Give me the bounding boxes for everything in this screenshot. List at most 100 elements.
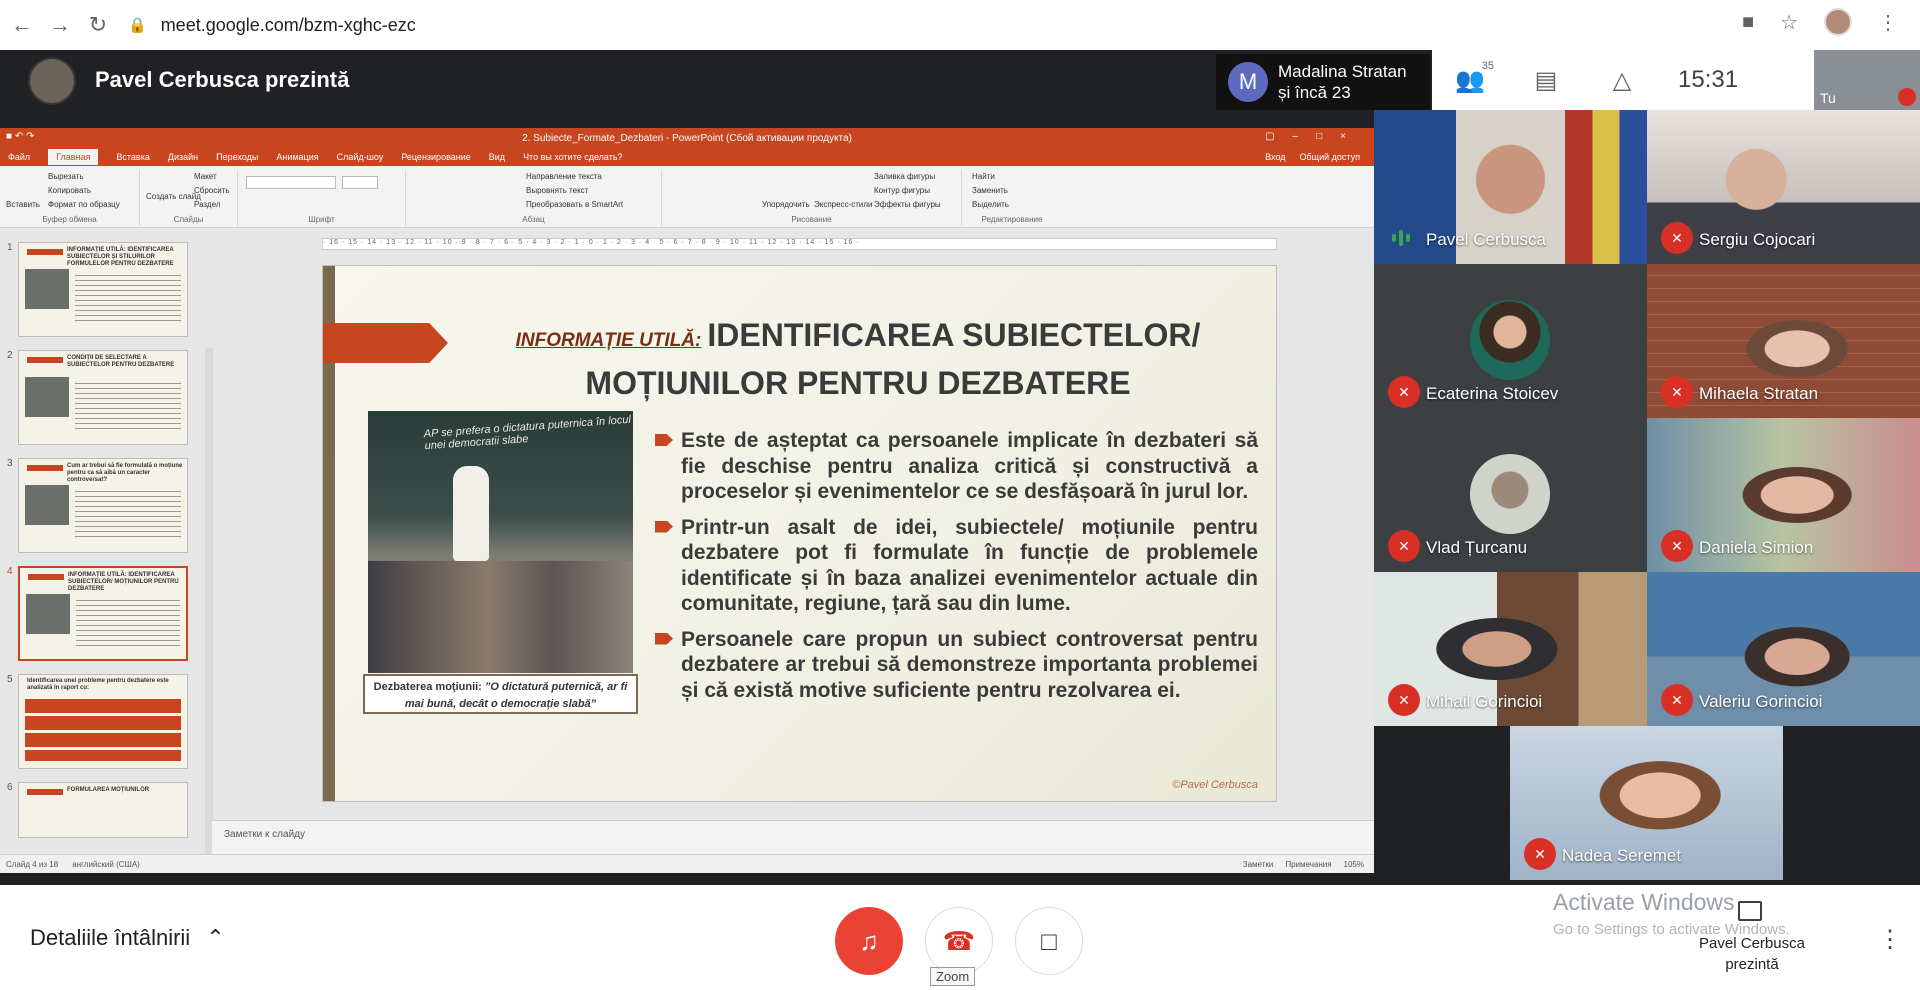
participant-tile[interactable]: ✕ Sergiu Cojocari [1647, 110, 1920, 264]
ribbon-group-editing: Найти Заменить Выделить Редактирование [962, 170, 1062, 226]
photo-students [368, 561, 633, 673]
presenting-button[interactable]: Pavel Cerbusca prezintă [1692, 933, 1812, 975]
tab-animation[interactable]: Анимация [276, 152, 318, 162]
paste-button[interactable]: Вставить [6, 200, 40, 209]
participant-tile[interactable]: ✕ Mihaela Stratan [1647, 264, 1920, 418]
slide-thumbnail[interactable]: FORMULAREA MOȚIUNILOR [18, 782, 188, 838]
tell-me-box[interactable]: Что вы хотите сделать? [523, 152, 623, 162]
new-slide-button[interactable]: Создать слайд [146, 192, 201, 201]
address-bar[interactable]: 🔒 meet.google.com/bzm-xghc-ezc [128, 8, 416, 42]
window-controls[interactable]: ▢–□× [1265, 131, 1364, 142]
tab-slideshow[interactable]: Слайд-шоу [337, 152, 384, 162]
star-icon[interactable]: ☆ [1780, 10, 1798, 35]
chip-name: Madalina Stratan [1278, 62, 1407, 81]
notes-toggle[interactable]: Заметки [1243, 860, 1274, 869]
text-direction-button[interactable]: Направление текста [526, 172, 602, 181]
self-label: Tu [1820, 90, 1836, 106]
share-button[interactable]: Общий доступ [1300, 152, 1360, 162]
meet-toolbar: 👥 35 ▤ △ 15:31 [1432, 50, 1814, 110]
reset-button[interactable]: Сбросить [194, 186, 230, 195]
shape-fill-button[interactable]: Заливка фигуры [874, 172, 935, 181]
participant-tile[interactable]: ✕ Ecaterina Stoicev [1374, 264, 1647, 418]
participant-name: Mihaela Stratan [1699, 384, 1819, 403]
font-name-input[interactable] [246, 176, 336, 189]
mic-off-icon: ✕ [1661, 530, 1693, 562]
format-painter-button[interactable]: Формат по образцу [48, 200, 120, 209]
tab-home[interactable]: Главная [48, 149, 99, 165]
chip-avatar: M [1228, 62, 1268, 102]
presenting-line2: prezintă [1725, 956, 1779, 973]
people-icon[interactable]: 👥 35 [1432, 60, 1508, 95]
shape-outline-button[interactable]: Контур фигуры [874, 186, 930, 195]
select-button[interactable]: Выделить [972, 200, 1009, 209]
photo-caption: Dezbaterea moțiunii: ”O dictatură putern… [363, 674, 638, 714]
participant-tile[interactable]: ✕ Mihail Gorincioi [1374, 572, 1647, 726]
participant-tile[interactable]: ✕ Vlad Țurcanu [1374, 418, 1647, 572]
present-screen-icon[interactable] [1738, 901, 1762, 921]
slide-thumbnail[interactable]: CONDIȚII DE SELECTARE A SUBIECTELOR PENT… [18, 350, 188, 445]
mic-toggle-button[interactable]: ♫ [835, 907, 903, 975]
mic-off-icon: ✕ [1524, 838, 1556, 870]
arrange-button[interactable]: Упорядочить [762, 200, 810, 209]
tab-design[interactable]: Дизайн [168, 152, 198, 162]
self-view-tile[interactable]: Tu [1814, 50, 1920, 110]
participant-avatar [1470, 454, 1550, 534]
participant-tile[interactable]: ✕ Nadea Seremet [1510, 726, 1783, 880]
thumb-number: 2 [7, 350, 13, 361]
tab-review[interactable]: Рецензирование [401, 152, 471, 162]
participant-tile[interactable]: ✕ Valeriu Gorincioi [1647, 572, 1920, 726]
url-text[interactable]: meet.google.com/bzm-xghc-ezc [161, 15, 416, 36]
tab-insert[interactable]: Вставка [116, 152, 149, 162]
more-options-icon[interactable]: ⋮ [1878, 925, 1902, 954]
thumb-title: INFORMAȚIE UTILĂ: IDENTIFICAREA SUBIECTE… [68, 572, 179, 592]
activities-icon[interactable]: △ [1584, 66, 1660, 95]
slide-thumbnail[interactable]: Cum ar trebui să fie formulată o moțiune… [18, 458, 188, 553]
smartart-button[interactable]: Преобразовать в SmartArt [526, 200, 623, 209]
thumb-number: 4 [7, 566, 13, 577]
language-indicator[interactable]: английский (США) [72, 860, 140, 869]
mic-off-icon: ✕ [1661, 376, 1693, 408]
tab-view[interactable]: Вид [489, 152, 505, 162]
more-vert-icon[interactable]: ⋮ [1878, 10, 1898, 35]
zoom-level[interactable]: 105% [1344, 860, 1364, 869]
hang-up-button[interactable]: ☎ [925, 907, 993, 975]
section-button[interactable]: Раздел [194, 200, 220, 209]
cut-button[interactable]: Вырезать [48, 172, 84, 181]
shape-effects-button[interactable]: Эффекты фигуры [874, 200, 941, 209]
camera-toggle-button[interactable]: □ [1015, 907, 1083, 975]
arrow-right-icon[interactable]: → [44, 9, 76, 41]
slide-thumbnail-selected[interactable]: INFORMAȚIE UTILĂ: IDENTIFICAREA SUBIECTE… [18, 566, 188, 661]
participant-tile[interactable]: ✕ Daniela Simion [1647, 418, 1920, 572]
camera-icon[interactable]: ■ [1742, 11, 1754, 34]
arrow-left-icon[interactable]: ← [6, 9, 38, 41]
chat-icon[interactable]: ▤ [1508, 66, 1584, 95]
chip-others: și încă 23 [1278, 83, 1351, 102]
mic-off-icon: ♫ [859, 925, 879, 956]
comments-toggle[interactable]: Примечания [1285, 860, 1331, 869]
browser-toolbar: ← → ↻ 🔒 meet.google.com/bzm-xghc-ezc ■ ☆… [0, 0, 1920, 50]
copy-button[interactable]: Копировать [48, 186, 91, 195]
slide-thumbnail[interactable]: Identificarea unei probleme pentru dezba… [18, 674, 188, 769]
participant-tile[interactable]: Pavel Cerbusca [1374, 110, 1647, 264]
meeting-details-button[interactable]: Detaliile întâlnirii ⌃ [30, 925, 225, 951]
slide-thumbnail[interactable]: INFORMAȚIE UTILĂ: IDENTIFICAREA SUBIECTE… [18, 242, 188, 337]
sign-in-link[interactable]: Вход [1265, 152, 1285, 162]
phone-hangup-icon: ☎ [942, 925, 976, 956]
font-size-input[interactable] [342, 176, 378, 189]
current-slide[interactable]: INFORMAȚIE UTILĂ: IDENTIFICAREA SUBIECTEL… [322, 265, 1277, 802]
quick-access-icon[interactable]: ■ ↶ ↷ [6, 131, 34, 142]
layout-button[interactable]: Макет [194, 172, 217, 181]
tab-file[interactable]: Файл [8, 152, 30, 162]
profile-avatar[interactable] [1824, 8, 1852, 36]
meet-controls: Detaliile întâlnirii ⌃ ♫ ☎ □ Zoom Activa… [0, 885, 1920, 990]
quick-styles-button[interactable]: Экспресс-стили [814, 200, 873, 209]
reload-icon[interactable]: ↻ [82, 9, 114, 41]
thumbnails-scrollbar[interactable] [205, 348, 213, 873]
find-button[interactable]: Найти [972, 172, 995, 181]
replace-button[interactable]: Заменить [972, 186, 1008, 195]
active-speaker-chip[interactable]: M Madalina Stratan și încă 23 [1216, 54, 1430, 110]
slide-notes[interactable]: Заметки к слайду [212, 820, 1374, 854]
thumb-number: 5 [7, 674, 13, 685]
align-text-button[interactable]: Выровнять текст [526, 186, 588, 195]
tab-transitions[interactable]: Переходы [216, 152, 258, 162]
